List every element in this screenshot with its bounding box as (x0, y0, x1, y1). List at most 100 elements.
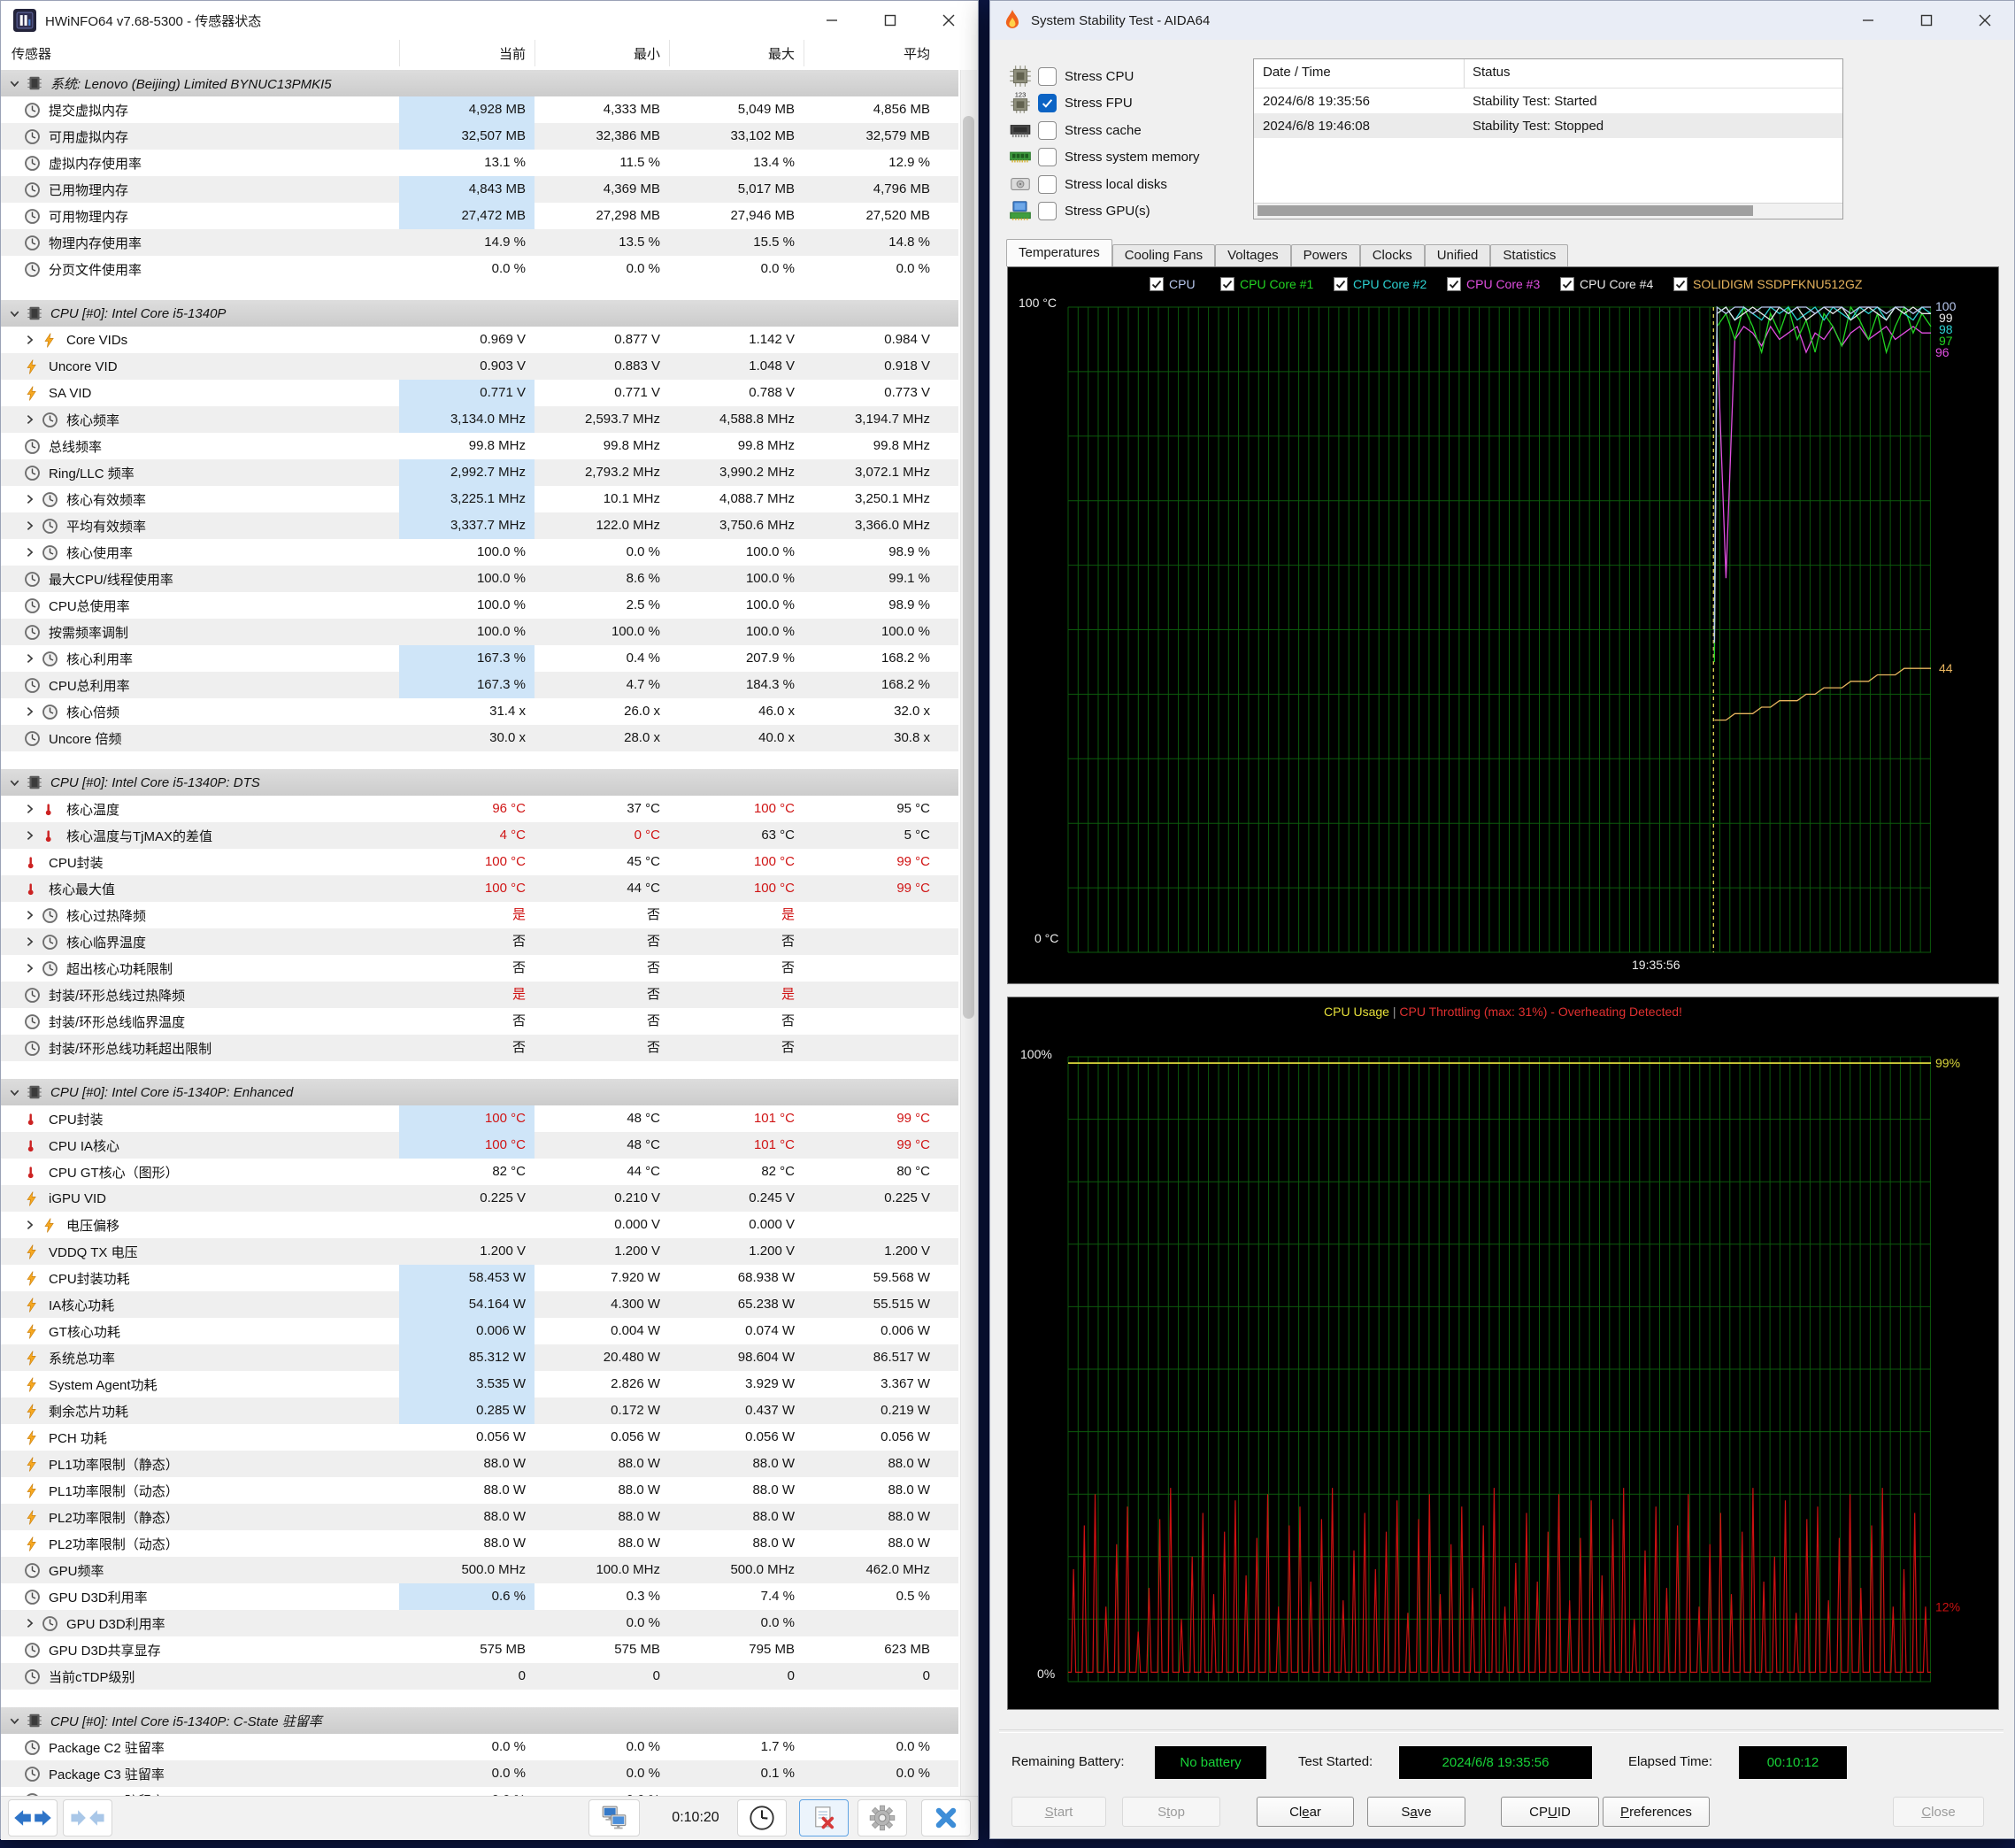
chevron-right-icon[interactable] (24, 413, 42, 426)
aida-titlebar[interactable]: System Stability Test - AIDA64 (990, 1, 2014, 40)
sensor-row[interactable]: 分页文件使用率0.0 %0.0 %0.0 %0.0 % (1, 256, 958, 282)
scrollbar-thumb[interactable] (1257, 205, 1753, 216)
sensor-row[interactable]: 超出核心功耗限制否否否 (1, 955, 958, 982)
legend-checkbox[interactable] (1447, 277, 1461, 291)
sensor-row[interactable]: CPU封装100 °C48 °C101 °C99 °C (1, 1105, 958, 1132)
sensor-row[interactable]: 总线频率99.8 MHz99.8 MHz99.8 MHz99.8 MHz (1, 433, 958, 459)
sensor-row[interactable]: GPU D3D共享显存575 MB575 MB795 MB623 MB (1, 1636, 958, 1663)
chevron-right-icon[interactable] (24, 546, 42, 558)
sensor-section-header[interactable]: CPU [#0]: Intel Core i5-1340P: Enhanced (1, 1079, 958, 1105)
sensor-row[interactable]: Core VIDs0.969 V0.877 V1.142 V0.984 V (1, 327, 958, 353)
legend-checkbox[interactable] (1560, 277, 1574, 291)
column-current[interactable]: 当前 (399, 40, 535, 66)
log-row[interactable]: 2024/6/8 19:46:08Stability Test: Stopped (1254, 113, 1842, 138)
clock-button[interactable] (737, 1799, 787, 1836)
sensor-row[interactable]: 核心倍频31.4 x26.0 x46.0 x32.0 x (1, 698, 958, 725)
sensor-row[interactable]: 电压偏移0.000 V0.000 V (1, 1212, 958, 1238)
sensor-row[interactable]: 核心温度与TjMAX的差值4 °C0 °C63 °C5 °C (1, 822, 958, 849)
tab-unified[interactable]: Unified (1425, 244, 1491, 266)
sensor-row[interactable]: 已用物理内存4,843 MB4,369 MB5,017 MB4,796 MB (1, 176, 958, 203)
sensor-row[interactable]: Package C3 驻留率0.0 %0.0 %0.1 %0.0 % (1, 1760, 958, 1787)
chevron-down-icon[interactable] (8, 1714, 26, 1728)
sensor-row[interactable]: 当前cTDP级别0000 (1, 1663, 958, 1690)
stress-checkbox[interactable] (1038, 175, 1057, 194)
chevron-right-icon[interactable] (24, 962, 42, 974)
sensor-row[interactable]: 封装/环形总线临界温度否否否 (1, 1008, 958, 1035)
sensor-row[interactable]: Package C2 驻留率0.0 %0.0 %1.7 %0.0 % (1, 1734, 958, 1760)
sensor-row[interactable]: 核心温度96 °C37 °C100 °C95 °C (1, 796, 958, 822)
scrollbar-thumb[interactable] (963, 116, 974, 1019)
remote-monitoring-button[interactable] (588, 1799, 640, 1836)
sensor-row[interactable]: SA VID0.771 V0.771 V0.788 V0.773 V (1, 380, 958, 406)
save-button[interactable]: Save (1367, 1797, 1465, 1827)
sensor-row[interactable]: 剩余芯片功耗0.285 W0.172 W0.437 W0.219 W (1, 1398, 958, 1424)
sensor-row[interactable]: Uncore 倍频30.0 x28.0 x40.0 x30.8 x (1, 725, 958, 751)
column-sensor[interactable]: 传感器 (1, 40, 399, 70)
expand-columns-button[interactable] (8, 1799, 58, 1836)
sensor-row[interactable]: GPU D3D利用率0.6 %0.3 %7.4 %0.5 % (1, 1583, 958, 1610)
stability-log-table[interactable]: Date / TimeStatus2024/6/8 19:35:56Stabil… (1253, 58, 1843, 219)
preferences-button[interactable]: Preferences (1603, 1797, 1710, 1827)
chevron-right-icon[interactable] (24, 705, 42, 718)
chevron-down-icon[interactable] (8, 307, 26, 320)
chevron-right-icon[interactable] (24, 520, 42, 532)
sensor-row[interactable]: GT核心功耗0.006 W0.004 W0.074 W0.006 W (1, 1318, 958, 1344)
stress-checkbox[interactable] (1038, 94, 1057, 112)
sensor-row[interactable]: PCH 功耗0.056 W0.056 W0.056 W0.056 W (1, 1424, 958, 1451)
sensor-row[interactable]: 虚拟内存使用率13.1 %11.5 %13.4 %12.9 % (1, 150, 958, 176)
sensor-row[interactable]: CPU封装100 °C45 °C100 °C99 °C (1, 849, 958, 875)
maximize-icon[interactable] (1897, 1, 1956, 40)
close-sensors-button[interactable] (921, 1799, 971, 1836)
logging-report-button[interactable] (799, 1799, 849, 1836)
chevron-right-icon[interactable] (24, 1617, 42, 1629)
sensor-row[interactable]: 可用虚拟内存32,507 MB32,386 MB33,102 MB32,579 … (1, 123, 958, 150)
column-avg[interactable]: 平均 (804, 40, 939, 66)
tab-voltages[interactable]: Voltages (1215, 244, 1291, 266)
sensor-row[interactable]: Package C6 驻留率0.0 %0.0 % (1, 1787, 958, 1796)
chevron-down-icon[interactable] (8, 77, 26, 90)
sensor-row[interactable]: VDDQ TX 电压1.200 V1.200 V1.200 V1.200 V (1, 1238, 958, 1265)
chevron-right-icon[interactable] (24, 909, 42, 921)
chevron-right-icon[interactable] (24, 936, 42, 948)
sensor-row[interactable]: PL2功率限制（静态）88.0 W88.0 W88.0 W88.0 W (1, 1504, 958, 1530)
sensor-section-header[interactable]: CPU [#0]: Intel Core i5-1340P (1, 300, 958, 327)
sensor-row[interactable]: 按需频率调制100.0 %100.0 %100.0 %100.0 % (1, 619, 958, 645)
sensor-section-header[interactable]: CPU [#0]: Intel Core i5-1340P: C-State 驻… (1, 1707, 958, 1734)
hwinfo-titlebar[interactable]: HWiNFO64 v7.68-5300 - 传感器状态 (1, 1, 978, 40)
sensor-column-headers[interactable]: 传感器 当前 最小 最大 平均 (1, 40, 958, 71)
sensor-row[interactable]: GPU D3D利用率0.0 %0.0 % (1, 1610, 958, 1636)
log-horizontal-scrollbar[interactable] (1254, 203, 1842, 219)
chevron-down-icon[interactable] (8, 776, 26, 789)
sensor-row[interactable]: System Agent功耗3.535 W2.826 W3.929 W3.367… (1, 1371, 958, 1398)
sensor-section-header[interactable]: CPU [#0]: Intel Core i5-1340P: DTS (1, 769, 958, 796)
stress-checkbox[interactable] (1038, 121, 1057, 140)
sensor-row[interactable]: 系统总功率85.312 W20.480 W98.604 W86.517 W (1, 1344, 958, 1371)
sensor-row[interactable]: iGPU VID0.225 V0.210 V0.245 V0.225 V (1, 1185, 958, 1212)
stress-checkbox[interactable] (1038, 202, 1057, 220)
sensor-row[interactable]: Uncore VID0.903 V0.883 V1.048 V0.918 V (1, 353, 958, 380)
sensor-row[interactable]: CPU IA核心100 °C48 °C101 °C99 °C (1, 1132, 958, 1159)
sensor-row[interactable]: CPU总利用率167.3 %4.7 %184.3 %168.2 % (1, 672, 958, 698)
sensor-row[interactable]: 封装/环形总线过热降频是否是 (1, 982, 958, 1008)
legend-checkbox[interactable] (1220, 277, 1234, 291)
sensor-row[interactable]: 核心最大值100 °C44 °C100 °C99 °C (1, 875, 958, 902)
log-row[interactable]: 2024/6/8 19:35:56Stability Test: Started (1254, 89, 1842, 113)
stress-checkbox[interactable] (1038, 67, 1057, 86)
sensor-row[interactable]: IA核心功耗54.164 W4.300 W65.238 W55.515 W (1, 1291, 958, 1318)
sensor-section-header[interactable]: 系统: Lenovo (Beijing) Limited BYNUC13PMKI… (1, 70, 958, 96)
sensor-row[interactable]: PL2功率限制（动态）88.0 W88.0 W88.0 W88.0 W (1, 1530, 958, 1557)
tab-statistics[interactable]: Statistics (1490, 244, 1568, 266)
chevron-right-icon[interactable] (24, 334, 42, 346)
chevron-right-icon[interactable] (24, 652, 42, 665)
legend-checkbox[interactable] (1334, 277, 1348, 291)
collapse-columns-button[interactable] (63, 1799, 112, 1836)
tab-clocks[interactable]: Clocks (1360, 244, 1425, 266)
minimize-icon[interactable] (803, 1, 861, 40)
sensor-row[interactable]: PL1功率限制（静态）88.0 W88.0 W88.0 W88.0 W (1, 1451, 958, 1477)
chevron-down-icon[interactable] (8, 1086, 26, 1099)
sensor-row[interactable]: 核心频率3,134.0 MHz2,593.7 MHz4,588.8 MHz3,1… (1, 406, 958, 433)
cpuid-button[interactable]: CPUID (1501, 1797, 1599, 1827)
sensor-row[interactable]: 核心有效频率3,225.1 MHz10.1 MHz4,088.7 MHz3,25… (1, 486, 958, 512)
sensor-row[interactable]: 核心利用率167.3 %0.4 %207.9 %168.2 % (1, 645, 958, 672)
chevron-right-icon[interactable] (24, 829, 42, 842)
